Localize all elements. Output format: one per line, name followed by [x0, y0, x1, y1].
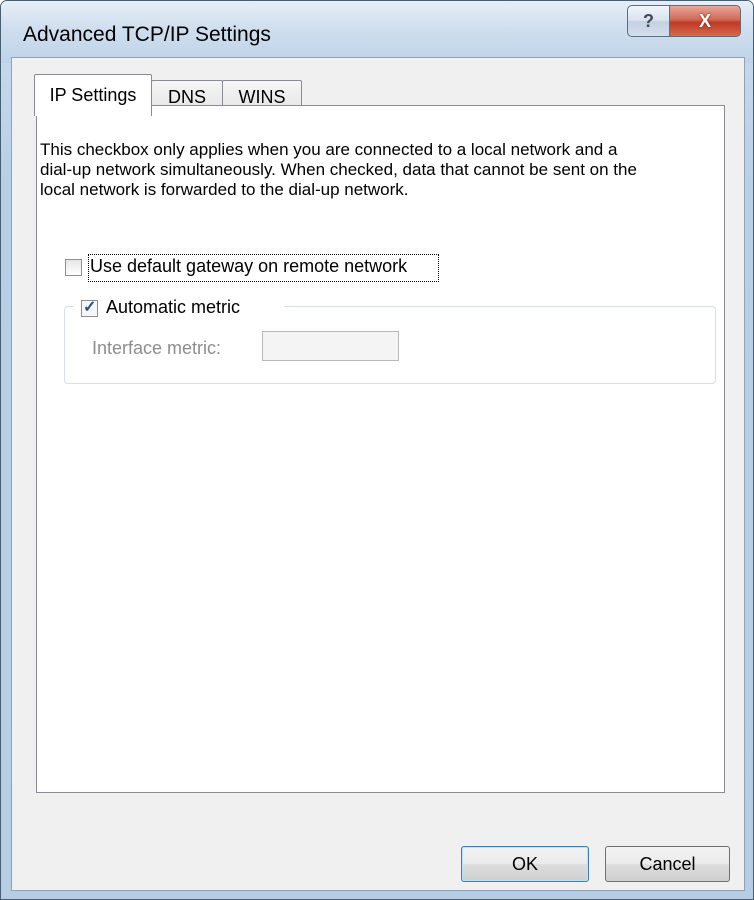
close-icon: X	[698, 10, 711, 31]
dialog-window: Advanced TCP/IP Settings ? X IP Settings…	[0, 0, 754, 900]
gateway-description: This checkbox only applies when you are …	[40, 140, 637, 199]
automatic-metric-checkbox[interactable]: ✓	[81, 299, 98, 317]
ok-button[interactable]: OK	[461, 846, 589, 882]
automatic-metric-label[interactable]: Automatic metric	[106, 297, 240, 318]
tab-ip-settings[interactable]: IP Settings	[34, 74, 152, 116]
tab-panel-ip-settings	[36, 105, 725, 793]
gateway-checkbox[interactable]	[65, 259, 82, 276]
window-title: Advanced TCP/IP Settings	[23, 23, 271, 46]
tab-label: IP Settings	[49, 85, 137, 105]
help-icon: ?	[643, 10, 654, 31]
dialog-client-area: IP Settings DNS WINS This checkbox only …	[11, 57, 745, 891]
interface-metric-label: Interface metric:	[92, 338, 222, 358]
cancel-button[interactable]: Cancel	[605, 846, 730, 882]
close-button[interactable]: X	[669, 5, 741, 37]
interface-metric-input[interactable]	[262, 331, 399, 361]
check-icon: ✓	[83, 299, 97, 316]
help-button[interactable]: ?	[627, 5, 670, 37]
title-bar[interactable]: Advanced TCP/IP Settings ? X	[1, 1, 753, 63]
gateway-checkbox-label[interactable]: Use default gateway on remote network	[90, 256, 407, 277]
